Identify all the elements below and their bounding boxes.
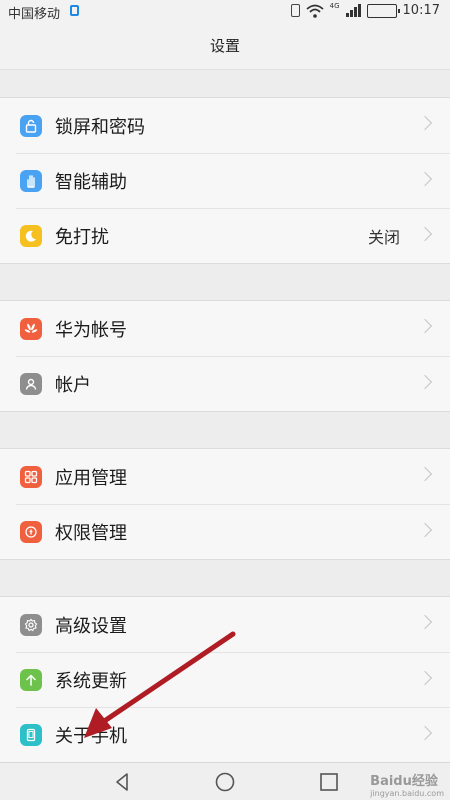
gear-icon — [20, 613, 42, 636]
settings-item-permission-management[interactable]: 权限管理 — [16, 504, 450, 559]
settings-group-apps: 应用管理 权限管理 — [0, 448, 450, 560]
settings-item-advanced-settings[interactable]: 高级设置 — [0, 597, 450, 652]
back-button[interactable] — [112, 771, 134, 793]
settings-item-app-management[interactable]: 应用管理 — [0, 449, 450, 504]
notification-icon — [70, 5, 79, 16]
settings-item-huawei-account[interactable]: 华为帐号 — [0, 301, 450, 356]
chevron-right-icon — [417, 318, 433, 334]
home-button[interactable] — [214, 771, 236, 793]
shield-icon — [20, 521, 42, 543]
settings-item-about-phone[interactable]: 关于手机 — [16, 707, 450, 762]
chevron-right-icon — [417, 522, 433, 538]
item-label: 系统更新 — [55, 671, 127, 692]
settings-group-system: 高级设置 系统更新 关于手机 — [0, 596, 450, 763]
recent-apps-button[interactable] — [318, 771, 340, 793]
navigation-bar: Baidu经验 jingyan.baidu.com — [0, 762, 450, 800]
item-label: 华为帐号 — [55, 319, 127, 341]
lock-icon — [20, 114, 42, 137]
phone-icon — [20, 724, 42, 746]
watermark: Baidu经验 jingyan.baidu.com — [370, 770, 444, 798]
user-icon — [20, 373, 42, 395]
settings-item-smart-assist[interactable]: 智能辅助 — [16, 153, 450, 208]
arrow-up-icon — [20, 669, 42, 691]
item-label: 应用管理 — [55, 467, 127, 489]
item-value: 关闭 — [367, 228, 400, 247]
item-label: 锁屏和密码 — [55, 116, 145, 138]
settings-group-accounts: 华为帐号 帐户 — [0, 300, 450, 412]
signal-icon — [345, 4, 361, 17]
settings-item-system-update[interactable]: 系统更新 — [16, 652, 450, 707]
item-label: 免打扰 — [55, 227, 109, 248]
settings-item-do-not-disturb[interactable]: 免打扰 关闭 — [16, 208, 450, 263]
network-type: 4G — [329, 1, 340, 10]
clock: 10:17 — [402, 3, 440, 18]
moon-icon — [20, 225, 42, 247]
item-label: 智能辅助 — [55, 172, 127, 193]
chevron-right-icon — [417, 226, 433, 242]
watermark-url: jingyan.baidu.com — [370, 789, 444, 798]
huawei-icon — [20, 317, 42, 340]
chevron-right-icon — [417, 374, 433, 390]
chevron-right-icon — [417, 614, 433, 630]
item-label: 关于手机 — [55, 726, 127, 747]
grid-icon — [20, 465, 42, 488]
status-bar: 中国移动 4G 10:17 — [0, 0, 450, 22]
carrier-name: 中国移动 — [8, 7, 61, 22]
chevron-right-icon — [417, 670, 433, 686]
hand-icon — [20, 170, 42, 192]
page-title: 设置 — [0, 22, 450, 70]
item-label: 权限管理 — [55, 523, 127, 544]
chevron-right-icon — [417, 171, 433, 187]
chevron-right-icon — [417, 115, 433, 131]
settings-item-lock-screen[interactable]: 锁屏和密码 — [0, 98, 450, 153]
vibrate-icon — [290, 4, 300, 17]
settings-group-security: 锁屏和密码 智能辅助 免打扰 关闭 — [0, 97, 450, 264]
chevron-right-icon — [417, 725, 433, 741]
item-label: 帐户 — [55, 375, 91, 396]
battery-icon — [366, 3, 400, 18]
chevron-right-icon — [417, 466, 433, 482]
wifi-icon — [306, 4, 324, 18]
item-label: 高级设置 — [55, 615, 127, 637]
watermark-text: Baidu经验 — [370, 774, 438, 789]
settings-item-accounts[interactable]: 帐户 — [16, 356, 450, 411]
